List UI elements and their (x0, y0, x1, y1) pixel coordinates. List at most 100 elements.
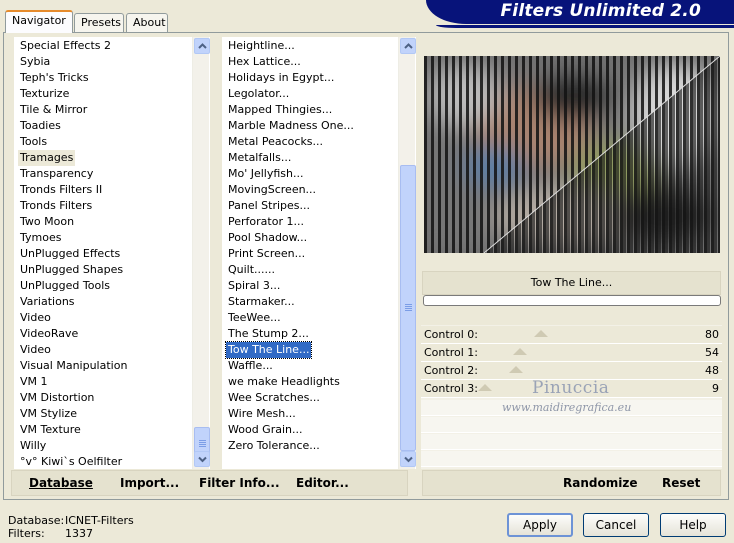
help-button[interactable]: Help (660, 513, 726, 537)
list-item[interactable]: °v° Kiwi`s Oelfilter (18, 454, 124, 469)
empty-control-row (421, 434, 722, 450)
list-item[interactable]: Quilt...... (226, 262, 277, 278)
category-scroll-down-button[interactable] (194, 451, 210, 467)
list-item[interactable]: Toadies (18, 118, 63, 134)
filter-preview (424, 56, 720, 253)
list-item[interactable]: Pool Shadow... (226, 230, 309, 246)
list-item[interactable]: VM 1 (18, 374, 50, 390)
chevron-up-icon (404, 43, 413, 49)
control-label: Control 1: (424, 346, 478, 359)
list-item[interactable]: Variations (18, 294, 77, 310)
list-toolbar: Database Import... Filter Info... Editor… (11, 470, 408, 496)
control-value: 48 (705, 364, 719, 377)
list-item[interactable]: Wee Scratches... (226, 390, 322, 406)
list-item[interactable]: Tow The Line... (224, 341, 313, 359)
list-item[interactable]: Legolator... (226, 86, 291, 102)
filter-scroll-thumb[interactable] (400, 165, 416, 451)
filter-list[interactable]: Heightline... Hex Lattice... Holidays in E… (222, 37, 416, 469)
list-item[interactable]: Perforator 1... (226, 214, 306, 230)
control-value: 54 (705, 346, 719, 359)
filter-info-button[interactable]: Filter Info... (199, 476, 280, 490)
list-item[interactable]: Tymoes (18, 230, 63, 246)
list-item[interactable]: Wire Mesh... (226, 406, 298, 422)
status-database-value: ICNET-Filters (65, 514, 134, 527)
list-item[interactable]: Transparency (18, 166, 95, 182)
slider-thumb[interactable] (478, 384, 493, 391)
progress-bar (423, 295, 721, 306)
list-item[interactable]: Spiral 3... (226, 278, 282, 294)
list-item[interactable]: VM Texture (18, 422, 83, 438)
list-item[interactable]: Heightline... (226, 38, 297, 54)
list-item[interactable]: Mo' Jellyfish... (226, 166, 306, 182)
control-value: 9 (712, 382, 719, 395)
status-database-label: Database: (8, 514, 65, 527)
status-database: Database: ICNET-Filters (8, 514, 134, 527)
list-item[interactable]: Teph's Tricks (18, 70, 91, 86)
list-item[interactable]: Tronds Filters II (18, 182, 104, 198)
list-item[interactable]: Marble Madness One... (226, 118, 356, 134)
list-item[interactable]: Holidays in Egypt... (226, 70, 336, 86)
list-item[interactable]: VideoRave (18, 326, 80, 342)
control-label: Control 0: (424, 328, 478, 341)
list-item[interactable]: UnPlugged Effects (18, 246, 122, 262)
list-item[interactable]: Mapped Thingies... (226, 102, 334, 118)
list-item[interactable]: UnPlugged Shapes (18, 262, 125, 278)
slider-thumb[interactable] (508, 366, 523, 373)
list-item[interactable]: VM Distortion (18, 390, 96, 406)
list-item[interactable]: The Stump 2... (226, 326, 311, 342)
slider-thumb[interactable] (533, 330, 548, 337)
filter-scroll-up-button[interactable] (400, 38, 416, 54)
list-item[interactable]: Tronds Filters (18, 198, 94, 214)
list-item[interactable]: we make Headlights (226, 374, 342, 390)
status-filters-label: Filters: (8, 527, 45, 540)
list-item[interactable]: UnPlugged Tools (18, 278, 112, 294)
apply-button[interactable]: Apply (507, 513, 573, 537)
watermark-url: www.maidiregrafica.eu (502, 401, 632, 414)
watermark-text: Pinuccia (532, 378, 610, 398)
list-item[interactable]: Metal Peacocks... (226, 134, 325, 150)
status-filters-value: 1337 (65, 527, 93, 540)
list-item[interactable]: Tramages (18, 150, 76, 166)
preview-image (424, 56, 720, 253)
chevron-down-icon (404, 456, 413, 463)
list-item[interactable]: Wood Grain... (226, 422, 304, 438)
list-item[interactable]: Starmaker... (226, 294, 297, 310)
list-item[interactable]: Print Screen... (226, 246, 307, 262)
category-scrollbar[interactable] (192, 37, 210, 469)
status-filters: Filters: 1337 (8, 527, 93, 540)
filter-scroll-down-button[interactable] (400, 451, 416, 467)
list-item[interactable]: Texturize (18, 86, 71, 102)
list-item[interactable]: Willy (18, 438, 48, 454)
list-item[interactable]: Video (18, 342, 53, 358)
list-item[interactable]: Visual Manipulation (18, 358, 129, 374)
control-slider-0[interactable]: Control 0: 80 (421, 326, 722, 344)
control-slider-1[interactable]: Control 1: 54 (421, 344, 722, 362)
reset-button[interactable]: Reset (662, 476, 700, 490)
category-scroll-up-button[interactable] (194, 38, 210, 54)
cancel-button[interactable]: Cancel (583, 513, 649, 537)
list-item[interactable]: VM Stylize (18, 406, 79, 422)
list-item[interactable]: Hex Lattice... (226, 54, 303, 70)
import-button[interactable]: Import... (120, 476, 179, 490)
list-item[interactable]: Tile & Mirror (18, 102, 89, 118)
list-item[interactable]: Panel Stripes... (226, 198, 312, 214)
category-list[interactable]: Special Effects 2 Sybia Teph's Tricks Textu… (14, 37, 210, 469)
list-item[interactable]: Video (18, 310, 53, 326)
editor-button[interactable]: Editor... (296, 476, 349, 490)
list-item[interactable]: Waffle... (226, 358, 275, 374)
list-item[interactable]: Tools (18, 134, 49, 150)
list-item[interactable]: Zero Tolerance... (226, 438, 322, 454)
control-toolbar: Randomize Reset (422, 470, 721, 496)
list-item[interactable]: MovingScreen... (226, 182, 318, 198)
control-label: Control 2: (424, 364, 478, 377)
list-item[interactable]: Metalfalls... (226, 150, 293, 166)
list-item[interactable]: TeeWee... (226, 310, 283, 326)
randomize-button[interactable]: Randomize (563, 476, 637, 490)
database-button[interactable]: Database (29, 476, 93, 490)
list-item[interactable]: Two Moon (18, 214, 76, 230)
list-item[interactable]: Sybia (18, 54, 52, 70)
filter-scrollbar[interactable] (398, 37, 416, 469)
slider-thumb[interactable] (513, 348, 528, 355)
list-item[interactable]: Special Effects 2 (18, 38, 113, 54)
empty-control-row (421, 417, 722, 433)
